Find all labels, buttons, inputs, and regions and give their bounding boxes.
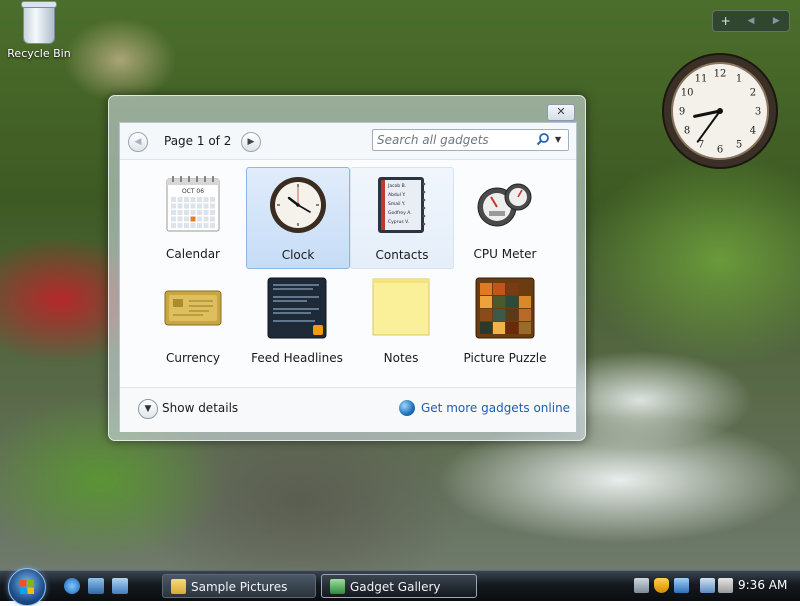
security-shield-icon[interactable] bbox=[654, 578, 669, 593]
svg-text:OCT 06: OCT 06 bbox=[182, 188, 204, 195]
clock-number: 10 bbox=[681, 88, 694, 99]
contacts-icon: Jacob B. Abdul Y. Smail Y. Godfrey A. Cyprus… bbox=[378, 177, 426, 233]
clock-number: 4 bbox=[750, 126, 756, 137]
contact-name: Abdul Y. bbox=[388, 192, 406, 198]
clock-number: 3 bbox=[755, 107, 761, 118]
taskbar-button-label: Gadget Gallery bbox=[350, 580, 441, 594]
gadget-tile-currency[interactable]: Currency bbox=[142, 271, 244, 371]
gadget-tile-clock[interactable]: Clock bbox=[246, 167, 350, 269]
monitor-icon[interactable] bbox=[700, 578, 715, 593]
next-gadget-page-button[interactable]: ▶ bbox=[766, 16, 786, 26]
gadget-tile-calendar[interactable]: OCT 06 Calendar bbox=[142, 167, 244, 267]
calendar-icon: OCT 06 bbox=[166, 176, 220, 232]
show-desktop-icon[interactable] bbox=[88, 578, 104, 594]
clock-number: 2 bbox=[750, 88, 756, 99]
search-box: ▼ bbox=[372, 129, 569, 151]
gadget-label: Currency bbox=[165, 351, 221, 365]
gadget-tile-cpu-meter[interactable]: CPU Meter bbox=[454, 167, 556, 267]
gadget-tile-notes[interactable]: Notes bbox=[350, 271, 452, 371]
gadget-label: Clock bbox=[281, 248, 315, 262]
currency-icon bbox=[164, 290, 222, 326]
globe-icon bbox=[399, 400, 415, 416]
contact-name: Godfrey A. bbox=[388, 210, 412, 216]
clock-number: 1 bbox=[736, 74, 742, 85]
gadget-tile-feed-headlines[interactable]: Feed Headlines bbox=[246, 271, 348, 371]
add-gadget-button[interactable]: + bbox=[716, 14, 736, 28]
contact-name: Jacob B. bbox=[387, 183, 406, 189]
contact-name: Cyprus V. bbox=[388, 219, 409, 225]
notes-icon bbox=[372, 278, 430, 336]
gadget-tile-picture-puzzle[interactable]: Picture Puzzle bbox=[454, 271, 556, 371]
system-tray: 9:36 AM bbox=[630, 571, 800, 601]
show-details-button[interactable]: ▼ bbox=[138, 399, 158, 419]
gadget-label: CPU Meter bbox=[473, 247, 537, 261]
gallery-footer: ▼ Show details Get more gadgets online bbox=[120, 387, 576, 432]
switch-windows-icon[interactable] bbox=[112, 578, 128, 594]
gadget-grid: OCT 06 Calendar Clock Jacob B. Abdul Y. … bbox=[120, 167, 576, 375]
previous-page-button[interactable]: ◀ bbox=[128, 132, 148, 152]
search-icon[interactable] bbox=[536, 132, 550, 146]
windows-logo-icon bbox=[20, 580, 34, 594]
taskbar-button-gadget-gallery[interactable]: Gadget Gallery bbox=[321, 574, 477, 598]
previous-gadget-page-button[interactable]: ◀ bbox=[741, 16, 761, 26]
gadget-label: Notes bbox=[383, 351, 419, 365]
next-page-button[interactable]: ▶ bbox=[241, 132, 261, 152]
gadget-tile-contacts[interactable]: Jacob B. Abdul Y. Smail Y. Godfrey A. Cyprus… bbox=[350, 167, 454, 269]
gadget-gallery-window: ✕ ◀ Page 1 of 2 ▶ ▼ OCT 06 bbox=[108, 95, 586, 441]
picture-puzzle-icon bbox=[475, 277, 535, 339]
clock-number: 11 bbox=[695, 74, 708, 85]
gadget-label: Calendar bbox=[166, 247, 220, 261]
gadget-gallery-panel: ◀ Page 1 of 2 ▶ ▼ OCT 06 bbox=[119, 122, 577, 432]
gallery-toolbar: ◀ Page 1 of 2 ▶ ▼ bbox=[120, 123, 576, 160]
gadget-label: Picture Puzzle bbox=[463, 351, 547, 365]
chevron-down-icon: ▼ bbox=[144, 404, 152, 414]
volume-muted-icon[interactable] bbox=[718, 578, 733, 593]
clock-number: 8 bbox=[684, 126, 690, 137]
internet-explorer-icon[interactable] bbox=[64, 578, 80, 594]
sync-icon[interactable] bbox=[674, 578, 689, 593]
start-button[interactable] bbox=[8, 568, 46, 606]
recycle-bin[interactable]: Recycle Bin bbox=[6, 1, 72, 60]
gadget-gallery-icon bbox=[330, 579, 345, 594]
search-input[interactable] bbox=[377, 132, 527, 147]
close-button[interactable]: ✕ bbox=[547, 104, 575, 121]
taskbar-button-sample-pictures[interactable]: Sample Pictures bbox=[162, 574, 316, 598]
recycle-bin-icon bbox=[21, 1, 57, 44]
clock-number: 5 bbox=[736, 139, 742, 150]
feed-headlines-icon bbox=[267, 277, 327, 339]
sidebar-controls: + ◀ ▶ bbox=[712, 10, 790, 32]
clock-icon bbox=[270, 177, 326, 233]
show-details-label[interactable]: Show details bbox=[162, 401, 238, 415]
clock-number: 12 bbox=[714, 69, 727, 80]
page-indicator: Page 1 of 2 bbox=[164, 134, 232, 148]
cpu-meter-icon bbox=[477, 183, 532, 227]
network-icon[interactable] bbox=[634, 578, 649, 593]
clock-time[interactable]: 9:36 AM bbox=[738, 578, 787, 592]
contact-name: Smail Y. bbox=[388, 201, 405, 207]
folder-icon bbox=[171, 579, 186, 594]
chevron-down-icon[interactable]: ▼ bbox=[555, 132, 565, 146]
gadget-label: Feed Headlines bbox=[251, 351, 343, 365]
chevron-right-icon: ▶ bbox=[247, 137, 255, 147]
recycle-bin-label: Recycle Bin bbox=[7, 47, 71, 60]
chevron-left-icon: ◀ bbox=[134, 137, 142, 147]
clock-number: 9 bbox=[679, 107, 685, 118]
desktop-clock-gadget[interactable]: 12 1234567891011 bbox=[661, 52, 779, 170]
taskbar: Sample Pictures Gadget Gallery 9:36 AM bbox=[0, 568, 800, 606]
clock-number: 6 bbox=[717, 145, 723, 156]
get-more-gadgets-link[interactable]: Get more gadgets online bbox=[421, 401, 570, 415]
gadget-label: Contacts bbox=[375, 248, 429, 262]
taskbar-button-label: Sample Pictures bbox=[191, 580, 288, 594]
